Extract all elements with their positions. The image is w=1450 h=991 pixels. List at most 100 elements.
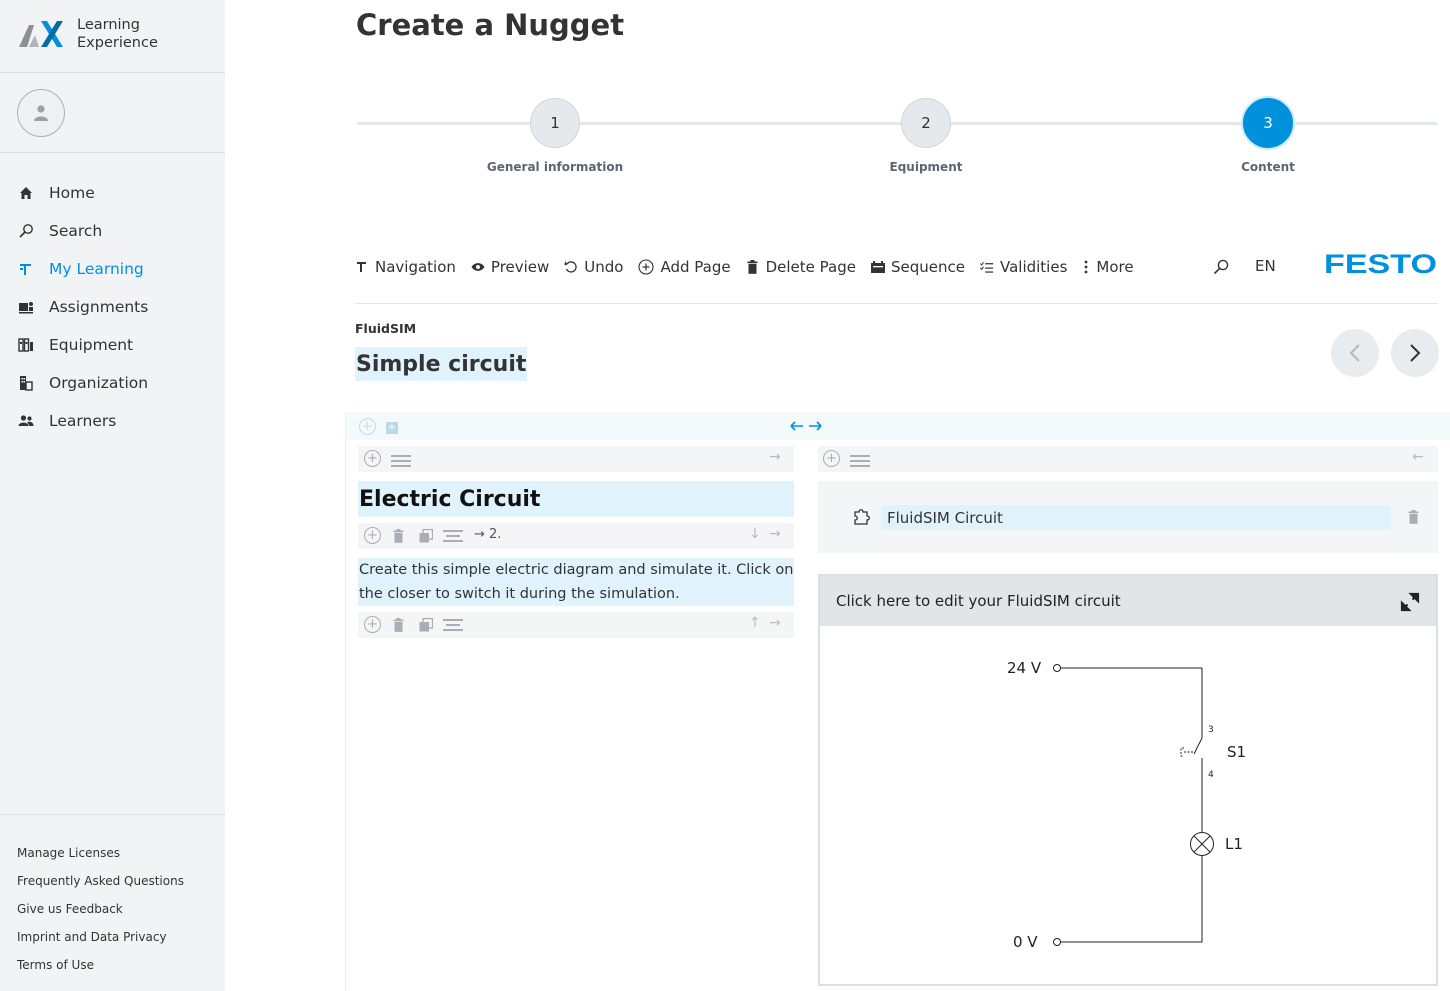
trash-icon[interactable] — [393, 529, 404, 543]
content-editor: + + + → Electric Circuit + → 2. ↓ → Crea… — [345, 412, 1450, 991]
next-page-button[interactable] — [1391, 329, 1439, 377]
add-page-label: Add Page — [660, 258, 731, 276]
festo-logo: FESTO — [1324, 250, 1437, 276]
fluidsim-circuit-panel: Click here to edit your FluidSIM circuit… — [818, 574, 1438, 986]
arrow-right-icon[interactable]: → — [769, 449, 781, 465]
switch-pin-top: 3 — [1208, 725, 1214, 735]
add-element-icon[interactable]: + — [364, 527, 381, 544]
sidebar-item-label: Equipment — [49, 336, 134, 354]
add-circle-icon — [638, 259, 655, 275]
trash-icon[interactable] — [1408, 510, 1419, 524]
sequence-icon — [870, 260, 885, 274]
navigation-icon — [355, 260, 369, 274]
undo-label: Undo — [584, 258, 624, 276]
add-element-icon[interactable]: + — [364, 616, 381, 633]
arrow-up-icon[interactable]: ↑ — [749, 615, 761, 631]
sidebar-item-my-learning[interactable]: My Learning — [17, 255, 144, 283]
footer-link-imprint[interactable]: Imprint and Data Privacy — [17, 930, 167, 944]
footer-link-feedback[interactable]: Give us Feedback — [17, 902, 123, 916]
nugget-title-field[interactable]: Simple circuit — [355, 347, 528, 381]
add-page-button[interactable]: Add Page — [638, 258, 731, 276]
sequence-label: Sequence — [890, 258, 965, 276]
sidebar-item-search[interactable]: Search — [17, 217, 102, 245]
footer-link-terms[interactable]: Terms of Use — [17, 958, 94, 972]
step-label: Content — [1241, 160, 1295, 174]
numbering-button[interactable]: → 2. — [474, 527, 501, 542]
edit-circuit-button[interactable]: Click here to edit your FluidSIM circuit — [820, 576, 1436, 626]
preview-button[interactable]: Preview — [471, 258, 549, 276]
arrow-down-icon[interactable]: ↓ — [749, 526, 761, 542]
element-heading[interactable]: Electric Circuit — [358, 481, 794, 517]
step-content[interactable]: 3 — [1243, 98, 1293, 148]
step-label: General information — [486, 160, 624, 174]
terminal-top-icon — [1053, 664, 1061, 672]
navigation-button[interactable]: Navigation — [355, 258, 456, 276]
add-row-icon[interactable]: + — [359, 418, 376, 435]
layout-toolbar: + + — [346, 412, 1450, 440]
trash-icon[interactable] — [393, 618, 404, 632]
brand-name: Learning Experience — [77, 16, 158, 52]
terminal-bottom-icon — [1053, 938, 1061, 946]
fluidsim-name-field[interactable]: FluidSIM Circuit — [881, 505, 1391, 530]
avatar[interactable] — [17, 89, 65, 137]
app-logo[interactable]: Learning Experience — [17, 16, 158, 52]
learners-icon — [17, 412, 35, 430]
previous-page-button[interactable] — [1331, 329, 1379, 377]
arrow-left-icon[interactable]: ← — [1412, 449, 1424, 465]
element-text[interactable]: Create this simple electric diagram and … — [358, 558, 794, 606]
voltage-label-top: 24 V — [1007, 659, 1042, 677]
duplicate-icon[interactable] — [419, 529, 433, 543]
editor-toolbar: Navigation Preview Undo Add Page Delete … — [355, 252, 1149, 282]
switch-label: S1 — [1227, 743, 1246, 761]
sidebar-item-assignments[interactable]: Assignments — [17, 293, 148, 321]
brand-line-1: Learning — [77, 17, 140, 33]
sequence-button[interactable]: Sequence — [870, 258, 965, 276]
step-general-information[interactable]: 1 — [530, 98, 580, 148]
layout-icon[interactable]: + — [386, 422, 398, 434]
validities-label: Validities — [999, 258, 1068, 276]
more-button[interactable]: More — [1082, 258, 1134, 276]
breadcrumb: FluidSIM — [355, 321, 417, 336]
arrow-right-icon[interactable]: → — [769, 526, 781, 542]
column-toolbar: + → — [358, 446, 794, 472]
column-toolbar: + ← — [818, 446, 1438, 472]
search-icon[interactable] — [1212, 258, 1230, 276]
circuit-diagram[interactable]: 24 V 3 S1 4 L1 0 V — [820, 626, 1436, 984]
element-toolbar: + ↑ → — [358, 612, 794, 638]
undo-button[interactable]: Undo — [564, 258, 623, 276]
sidebar-item-learners[interactable]: Learners — [17, 407, 116, 435]
sidebar-item-organization[interactable]: Organization — [17, 369, 148, 397]
switch-pin-bottom: 4 — [1208, 770, 1214, 780]
eye-icon — [471, 260, 485, 274]
add-element-icon[interactable]: + — [823, 450, 840, 467]
step-equipment[interactable]: 2 — [901, 98, 951, 148]
home-icon — [17, 184, 35, 202]
column-menu-icon[interactable] — [391, 455, 411, 467]
divider — [0, 814, 225, 815]
arrow-right-icon[interactable]: → — [769, 615, 781, 631]
resize-columns-icon[interactable] — [790, 419, 822, 433]
expand-icon[interactable] — [1400, 592, 1420, 612]
duplicate-icon[interactable] — [419, 618, 433, 632]
language-selector[interactable]: EN — [1255, 257, 1276, 275]
sidebar-item-home[interactable]: Home — [17, 179, 95, 207]
align-icon[interactable] — [443, 530, 463, 542]
more-vertical-icon — [1082, 260, 1090, 274]
add-element-icon[interactable]: + — [364, 450, 381, 467]
footer-link-manage-licenses[interactable]: Manage Licenses — [17, 846, 120, 860]
chevron-right-icon — [1410, 344, 1421, 362]
divider — [355, 303, 1438, 304]
undo-icon — [564, 260, 578, 274]
switch-actuator-icon — [1180, 747, 1194, 757]
footer-link-faq[interactable]: Frequently Asked Questions — [17, 874, 184, 888]
validities-button[interactable]: Validities — [980, 258, 1067, 276]
equipment-icon — [17, 336, 35, 354]
validities-icon — [980, 260, 994, 274]
delete-page-button[interactable]: Delete Page — [746, 258, 856, 276]
sidebar-item-equipment[interactable]: Equipment — [17, 331, 133, 359]
element-toolbar: + → 2. ↓ → — [358, 523, 794, 549]
preview-label: Preview — [490, 258, 550, 276]
align-icon[interactable] — [443, 619, 463, 631]
column-menu-icon[interactable] — [850, 455, 870, 467]
sidebar: Learning Experience Home Search My Learn… — [0, 0, 225, 991]
